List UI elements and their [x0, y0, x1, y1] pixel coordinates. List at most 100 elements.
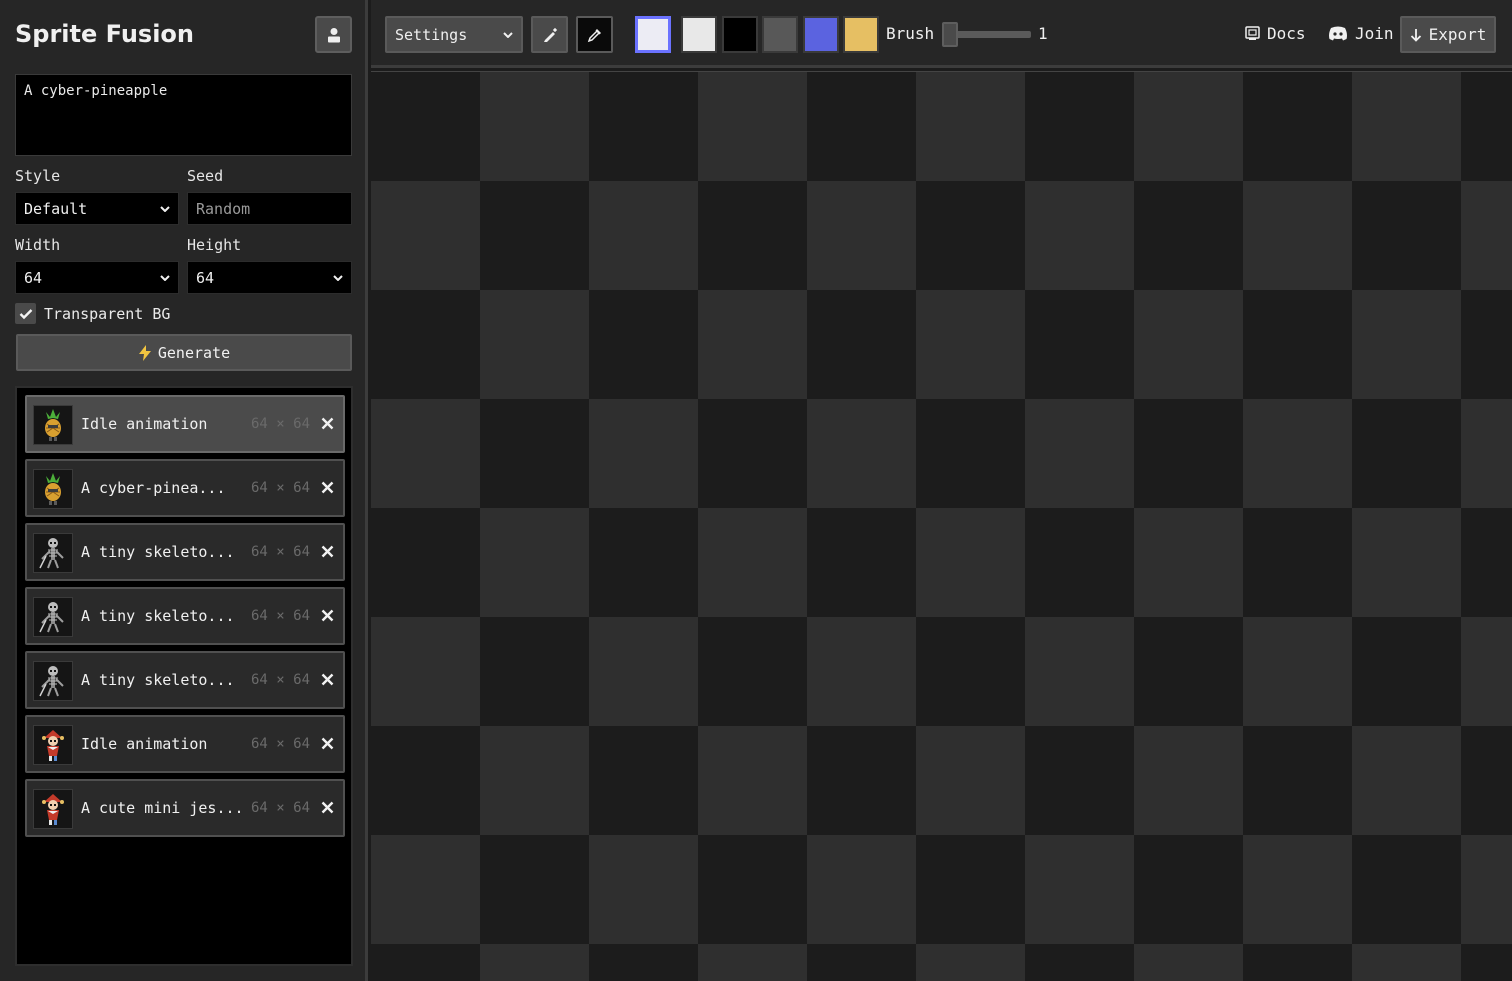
- docs-icon: [1245, 26, 1260, 40]
- sprite-thumbnail: [33, 661, 73, 701]
- skeleton-sprite-icon: [39, 538, 64, 569]
- history-list: Idle animation 64 × 64 A cyber-pinea... 64 …: [15, 386, 353, 966]
- drawing-canvas[interactable]: [371, 71, 1512, 981]
- history-item-size: 64 × 64: [251, 672, 311, 688]
- width-select[interactable]: 64: [15, 261, 179, 294]
- jester-sprite-icon: [42, 730, 64, 761]
- seed-placeholder: Random: [196, 199, 251, 218]
- sprite-thumbnail: [33, 789, 73, 829]
- jester-sprite-icon: [42, 794, 64, 825]
- user-icon: [327, 27, 340, 42]
- join-label: Join: [1355, 24, 1394, 43]
- transparent-bg-checkbox[interactable]: [15, 303, 36, 324]
- close-icon: [321, 737, 333, 749]
- close-icon: [321, 609, 333, 621]
- history-item-name: A cute mini jes...: [81, 799, 244, 817]
- export-label: Export: [1428, 25, 1487, 44]
- prompt-textarea[interactable]: A cyber-pineapple: [15, 74, 352, 156]
- color-swatch[interactable]: [843, 16, 879, 53]
- color-swatch[interactable]: [635, 16, 671, 53]
- history-item[interactable]: Idle animation 64 × 64: [25, 715, 345, 773]
- history-item[interactable]: A cyber-pinea... 64 × 64: [25, 459, 345, 517]
- chevron-down-icon: [333, 274, 343, 281]
- delete-history-item-button[interactable]: [319, 543, 335, 559]
- history-item[interactable]: A tiny skeleto... 64 × 64: [25, 651, 345, 709]
- height-select[interactable]: 64: [187, 261, 352, 294]
- delete-history-item-button[interactable]: [319, 607, 335, 623]
- chevron-down-icon: [160, 274, 170, 281]
- skeleton-sprite-icon: [39, 602, 64, 633]
- generate-button[interactable]: Generate: [16, 334, 352, 371]
- history-item-name: A tiny skeleto...: [81, 543, 235, 561]
- app-title: Sprite Fusion: [15, 20, 195, 48]
- height-label: Height: [187, 236, 242, 254]
- history-item-name: A cyber-pinea...: [81, 479, 226, 497]
- history-item[interactable]: A tiny skeleto... 64 × 64: [25, 523, 345, 581]
- docs-link[interactable]: Docs: [1245, 24, 1306, 43]
- eyedropper-tool-button[interactable]: [576, 16, 613, 53]
- docs-label: Docs: [1267, 24, 1306, 43]
- height-value: 64: [196, 268, 215, 287]
- join-link[interactable]: Join: [1328, 24, 1394, 43]
- brush-size-slider-handle[interactable]: [942, 22, 958, 47]
- app-root: Sprite Fusion A cyber-pineapple Style Se…: [0, 0, 1512, 981]
- delete-history-item-button[interactable]: [319, 479, 335, 495]
- history-item[interactable]: A cute mini jes... 64 × 64: [25, 779, 345, 837]
- delete-history-item-button[interactable]: [319, 671, 335, 687]
- history-item-size: 64 × 64: [251, 544, 311, 560]
- history-item-name: A tiny skeleto...: [81, 671, 235, 689]
- generate-label: Generate: [157, 343, 231, 362]
- chevron-down-icon: [160, 205, 170, 212]
- brush-size-value: 1: [1038, 24, 1048, 43]
- export-button[interactable]: Export: [1400, 16, 1496, 53]
- close-icon: [321, 417, 333, 429]
- history-item-size: 64 × 64: [251, 736, 311, 752]
- delete-history-item-button[interactable]: [319, 735, 335, 751]
- history-item-name: Idle animation: [81, 415, 208, 433]
- style-value: Default: [24, 199, 88, 218]
- history-item-size: 64 × 64: [251, 608, 311, 624]
- pineapple-sprite-icon: [45, 409, 61, 441]
- user-button[interactable]: [315, 16, 352, 53]
- color-swatch[interactable]: [803, 16, 839, 53]
- style-label: Style: [15, 167, 61, 185]
- history-item[interactable]: A tiny skeleto... 64 × 64: [25, 587, 345, 645]
- history-item-size: 64 × 64: [251, 480, 311, 496]
- close-icon: [321, 801, 333, 813]
- transparent-bg-label: Transparent BG: [44, 304, 171, 323]
- close-icon: [321, 673, 333, 685]
- arrow-down-icon: [1410, 28, 1421, 42]
- delete-history-item-button[interactable]: [319, 415, 335, 431]
- seed-input[interactable]: Random: [187, 192, 352, 225]
- style-select[interactable]: Default: [15, 192, 179, 225]
- settings-dropdown[interactable]: Settings: [385, 16, 523, 53]
- settings-label: Settings: [395, 25, 468, 44]
- pencil-icon: [543, 27, 557, 42]
- color-swatch[interactable]: [762, 16, 798, 53]
- brush-label: Brush: [886, 24, 935, 43]
- transparent-bg-row[interactable]: Transparent BG: [15, 303, 170, 324]
- close-icon: [321, 481, 333, 493]
- width-value: 64: [24, 268, 43, 287]
- skeleton-sprite-icon: [39, 666, 64, 697]
- color-swatch[interactable]: [722, 16, 758, 53]
- lightning-icon: [138, 344, 151, 361]
- sprite-thumbnail: [33, 405, 73, 445]
- sprite-thumbnail: [33, 469, 73, 509]
- seed-label: Seed: [187, 167, 224, 185]
- pineapple-sprite-icon: [45, 473, 61, 505]
- close-icon: [321, 545, 333, 557]
- history-item-name: A tiny skeleto...: [81, 607, 235, 625]
- history-item-size: 64 × 64: [251, 416, 311, 432]
- delete-history-item-button[interactable]: [319, 799, 335, 815]
- discord-icon: [1329, 26, 1347, 41]
- pencil-tool-button[interactable]: [531, 16, 568, 53]
- history-item[interactable]: Idle animation 64 × 64: [25, 395, 345, 453]
- toolbar: Settings Brush 1 Docs Join Export: [371, 0, 1512, 68]
- sprite-thumbnail: [33, 725, 73, 765]
- width-label: Width: [15, 236, 61, 254]
- color-swatch[interactable]: [681, 16, 717, 53]
- brush-size-slider[interactable]: [946, 31, 1031, 38]
- history-item-name: Idle animation: [81, 735, 208, 753]
- eyedropper-icon: [587, 28, 601, 42]
